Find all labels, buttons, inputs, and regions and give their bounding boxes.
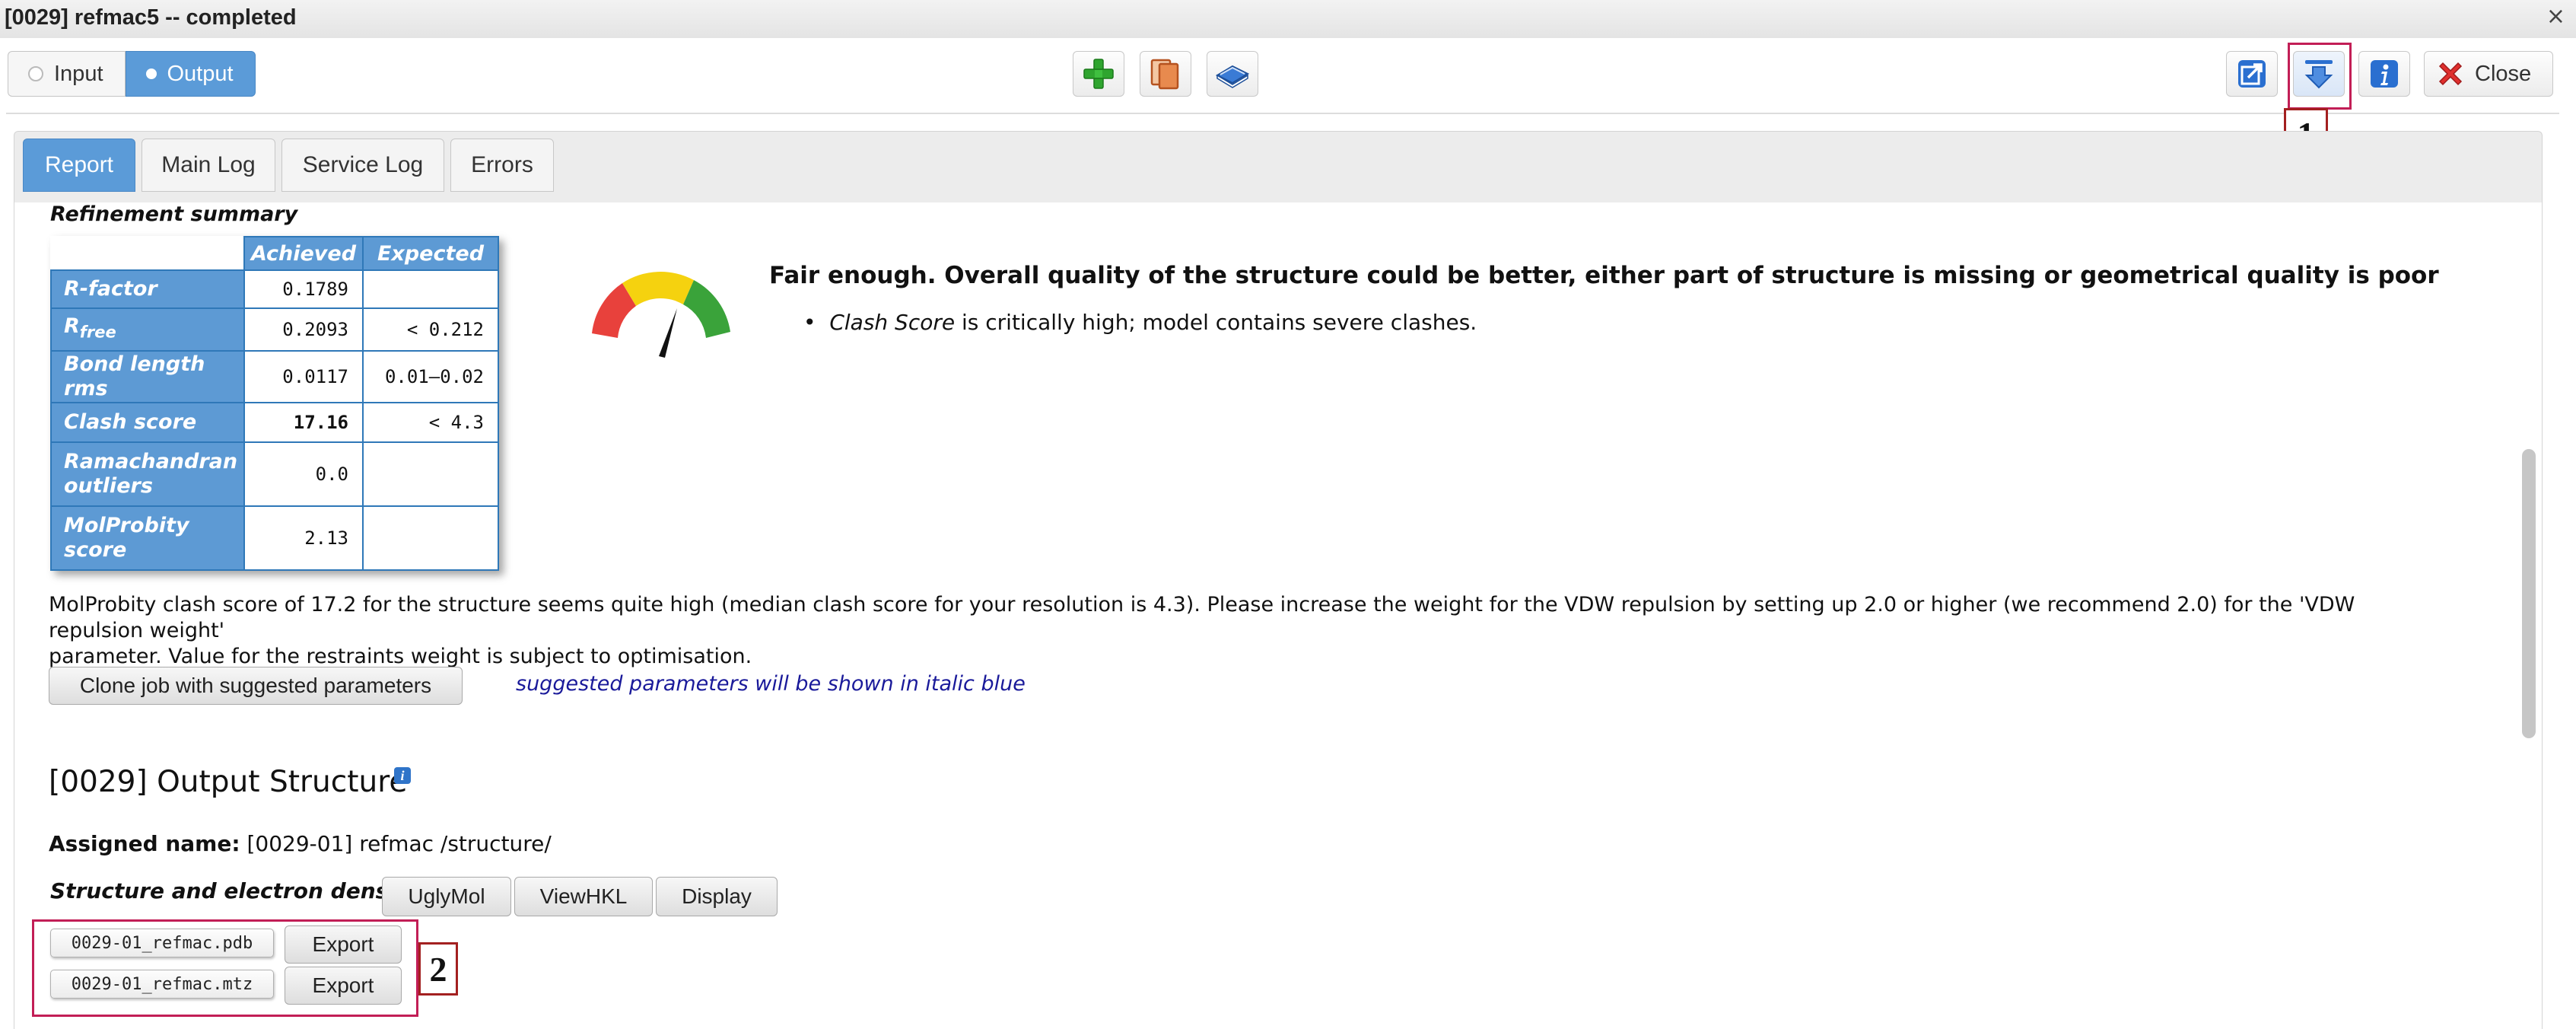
add-job-icon (1083, 59, 1114, 89)
close-button-label: Close (2475, 61, 2532, 86)
input-output-toggle: Input Output (8, 51, 256, 97)
row-label: Bond length rms (50, 350, 245, 403)
row-label: R-factor (50, 269, 245, 309)
output-radio-label: Output (167, 61, 234, 86)
input-radio-button[interactable]: Input (8, 51, 126, 97)
content-scrollbar[interactable] (2522, 449, 2536, 738)
row-label: Ramachandran outliers (50, 441, 245, 507)
assigned-name: Assigned name: [0029-01] refmac /structu… (49, 831, 552, 856)
structure-density-label: Structure and electron density (50, 878, 420, 903)
add-job-button[interactable] (1073, 51, 1124, 97)
expected-value (362, 441, 499, 507)
achieved-value: 0.2093 (243, 307, 364, 352)
expected-value (362, 269, 499, 309)
row-label: Clash score (50, 402, 245, 443)
window-title: [0029] refmac5 -- completed (5, 5, 297, 30)
tab-service-log[interactable]: Service Log (281, 139, 444, 192)
info-button[interactable] (2358, 51, 2410, 97)
close-icon (2438, 62, 2463, 86)
files-highlight-box (32, 919, 418, 1017)
row-label: R (64, 314, 80, 339)
column-header-expected: Expected (362, 236, 499, 271)
table-row: R-factor 0.1789 (50, 269, 499, 309)
table-corner (51, 237, 244, 270)
help-book-icon (1215, 65, 1250, 88)
table-row: Bond length rms 0.0117 0.01–0.02 (50, 350, 499, 403)
suggested-params-hint: suggested parameters will be shown in it… (516, 672, 1026, 696)
radio-unchecked-icon (28, 66, 43, 81)
annotation-label-2: 2 (418, 942, 458, 996)
table-row: Clash score 17.16 < 4.3 (50, 402, 499, 443)
tab-report[interactable]: Report (23, 139, 135, 192)
row-label-rfree: Rfree (50, 307, 245, 352)
radio-checked-icon (145, 68, 157, 79)
bullet-term: Clash Score (829, 310, 956, 335)
achieved-value: 17.16 (243, 402, 364, 443)
clash-note-line-1: MolProbity clash score of 17.2 for the s… (49, 593, 2355, 642)
viewhkl-button[interactable]: ViewHKL (514, 877, 653, 916)
row-label-subscript: free (79, 323, 116, 342)
download-highlight-box (2288, 43, 2352, 110)
bullet-text: is critically high; model contains sever… (955, 310, 1477, 335)
display-button[interactable]: Display (656, 877, 778, 916)
refinement-summary-label: Refinement summary (50, 202, 298, 226)
expected-value (362, 505, 499, 571)
clone-job-button[interactable] (1140, 51, 1191, 97)
quality-verdict-title: Fair enough. Overall quality of the stru… (769, 262, 2439, 289)
bullet-icon: • (803, 310, 830, 335)
help-book-button[interactable] (1207, 51, 1258, 97)
close-button[interactable]: Close (2424, 51, 2553, 97)
assigned-name-label: Assigned name: (49, 831, 240, 856)
expected-value: < 4.3 (362, 402, 499, 443)
clone-with-suggested-params-button[interactable]: Clone job with suggested parameters (49, 667, 463, 705)
achieved-value: 0.1789 (243, 269, 364, 309)
column-header-achieved: Achieved (243, 236, 364, 271)
toolbar-divider (6, 113, 2559, 114)
expected-value: 0.01–0.02 (362, 350, 499, 403)
expected-value: < 0.212 (362, 307, 499, 352)
table-row: MolProbity score 2.13 (50, 505, 499, 571)
output-structure-title: [0029] Output Structure (49, 765, 408, 799)
table-row: Rfree 0.2093 < 0.212 (50, 307, 499, 352)
uglymol-button[interactable]: UglyMol (382, 877, 511, 916)
open-external-icon (2238, 60, 2266, 88)
clone-job-icon (1150, 59, 1179, 90)
quality-gauge-icon (592, 271, 730, 358)
window-close-icon[interactable]: × (2546, 3, 2565, 30)
clash-score-note: MolProbity clash score of 17.2 for the s… (49, 592, 2445, 670)
tab-errors[interactable]: Errors (450, 139, 554, 192)
clash-note-line-2: parameter. Value for the restraints weig… (49, 645, 752, 668)
window-title-bar: [0029] refmac5 -- completed × (0, 0, 2576, 39)
table-header-row: Achieved Expected (51, 236, 499, 271)
assigned-name-value: [0029-01] refmac /structure/ (240, 831, 552, 856)
toolbar (0, 38, 2576, 114)
input-radio-label: Input (54, 61, 103, 86)
refinement-summary-table: Achieved Expected R-factor 0.1789 Rfree … (50, 236, 499, 571)
tab-main-log[interactable]: Main Log (142, 139, 275, 192)
info-icon (2371, 60, 2398, 88)
achieved-value: 0.0 (243, 441, 364, 507)
achieved-value: 2.13 (243, 505, 364, 571)
table-row: Ramachandran outliers 0.0 (50, 441, 499, 507)
row-label: MolProbity score (50, 505, 245, 571)
output-structure-info-icon[interactable]: i (394, 767, 411, 784)
open-external-button[interactable] (2226, 51, 2278, 97)
output-radio-button[interactable]: Output (125, 51, 256, 97)
quality-bullet: • Clash Score is critically high; model … (803, 310, 1477, 335)
achieved-value: 0.0117 (243, 350, 364, 403)
